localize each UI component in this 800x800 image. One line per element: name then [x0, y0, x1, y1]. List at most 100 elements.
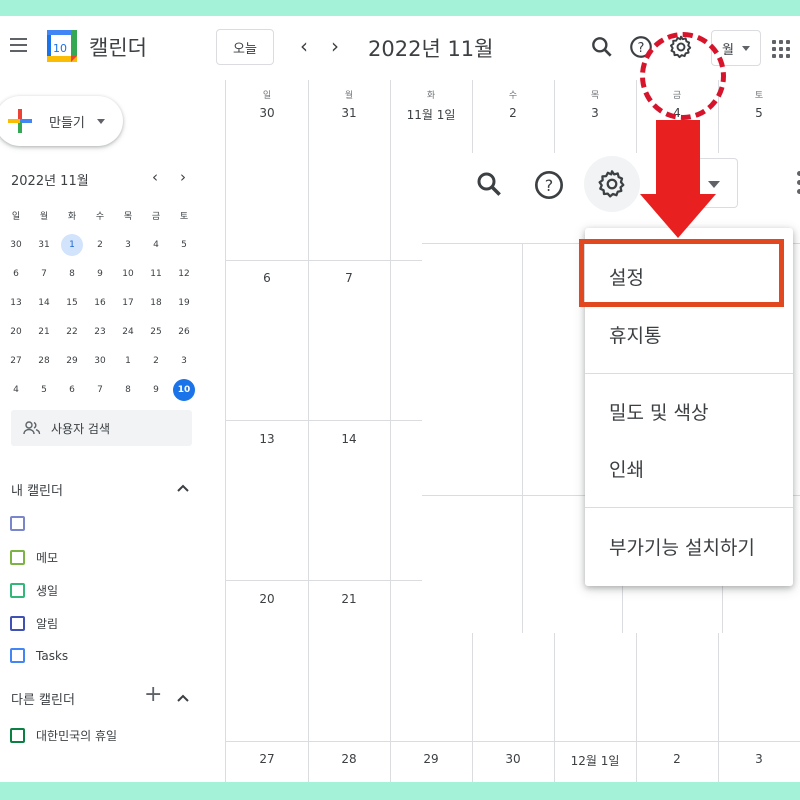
mini-day[interactable]: 25	[142, 327, 170, 337]
mini-day[interactable]: 3	[114, 240, 142, 250]
date-number[interactable]: 14	[308, 432, 390, 446]
mini-day[interactable]: 1	[114, 356, 142, 366]
date-number[interactable]: 2	[472, 106, 554, 120]
mini-day[interactable]: 27	[2, 356, 30, 366]
mini-day[interactable]: 28	[30, 356, 58, 366]
date-number[interactable]: 11월 1일	[390, 106, 472, 123]
calendar-checkbox[interactable]	[10, 648, 25, 663]
menu-item-density-color[interactable]: 밀도 및 색상	[609, 398, 708, 425]
mini-day[interactable]: 30	[2, 240, 30, 250]
mini-calendar-title: 2022년 11월	[11, 174, 89, 189]
mini-day[interactable]: 4	[142, 240, 170, 250]
calendar-item-memo[interactable]: 메모	[10, 549, 58, 566]
next-month-button[interactable]: ›	[331, 34, 339, 58]
mini-day[interactable]: 22	[58, 327, 86, 337]
chevron-up-icon[interactable]	[176, 693, 190, 703]
mini-day[interactable]: 3	[170, 356, 198, 366]
date-number[interactable]: 27	[226, 752, 308, 766]
google-apps-icon[interactable]	[772, 40, 790, 58]
date-number[interactable]: 3	[554, 106, 636, 120]
mini-day[interactable]: 13	[2, 298, 30, 308]
menu-item-print[interactable]: 인쇄	[609, 455, 644, 482]
date-number[interactable]: 31	[308, 106, 390, 120]
mini-day[interactable]: 9	[86, 269, 114, 279]
date-number[interactable]: 5	[718, 106, 800, 120]
mini-day[interactable]: 24	[114, 327, 142, 337]
calendar-app-window: 10 캘린더 오늘 ‹ › 2022년 11월 ? 월 만들기 2022년 11…	[0, 16, 800, 782]
people-search-input[interactable]: 사용자 검색	[11, 410, 192, 446]
mini-day[interactable]: 7	[86, 385, 114, 395]
mini-day[interactable]: 11	[142, 269, 170, 279]
date-number[interactable]: 6	[226, 271, 308, 285]
date-number[interactable]: 2	[636, 752, 718, 766]
calendar-checkbox[interactable]	[10, 583, 25, 598]
add-other-calendar-button[interactable]: +	[144, 682, 162, 707]
mini-day[interactable]: 5	[30, 385, 58, 395]
mini-weekday: 화	[67, 212, 77, 222]
mini-day[interactable]: 18	[142, 298, 170, 308]
calendar-checkbox[interactable]	[10, 728, 25, 743]
date-number[interactable]: 28	[308, 752, 390, 766]
mini-day[interactable]: 5	[170, 240, 198, 250]
mini-day[interactable]: 31	[30, 240, 58, 250]
date-number[interactable]: 29	[390, 752, 472, 766]
mini-day-today[interactable]: 10	[170, 378, 198, 401]
date-number[interactable]: 12월 1일	[554, 752, 636, 769]
date-number[interactable]: 20	[226, 592, 308, 606]
today-button[interactable]: 오늘	[216, 29, 274, 65]
date-number[interactable]: 7	[308, 271, 390, 285]
calendar-checkbox[interactable]	[10, 550, 25, 565]
mini-day[interactable]: 21	[30, 327, 58, 337]
mini-day[interactable]: 8	[114, 385, 142, 395]
date-number[interactable]: 21	[308, 592, 390, 606]
mini-day[interactable]: 12	[170, 269, 198, 279]
mini-day[interactable]: 14	[30, 298, 58, 308]
mini-day-selected[interactable]: 1	[58, 233, 86, 256]
mini-day[interactable]: 19	[170, 298, 198, 308]
mini-prev-month-button[interactable]: ‹	[152, 168, 158, 186]
mini-day[interactable]: 16	[86, 298, 114, 308]
calendar-item[interactable]	[10, 516, 36, 531]
mini-day[interactable]: 17	[114, 298, 142, 308]
mini-day[interactable]: 4	[2, 385, 30, 395]
menu-item-trash[interactable]: 휴지통	[609, 321, 661, 348]
mini-day[interactable]: 9	[142, 385, 170, 395]
date-number[interactable]: 30	[472, 752, 554, 766]
mini-day[interactable]: 2	[142, 356, 170, 366]
mini-day[interactable]: 20	[2, 327, 30, 337]
help-icon[interactable]: ?	[533, 169, 565, 201]
create-button[interactable]: 만들기	[0, 96, 123, 146]
mini-day[interactable]: 8	[58, 269, 86, 279]
calendar-item-reminders[interactable]: 알림	[10, 615, 58, 632]
mini-day[interactable]: 7	[30, 269, 58, 279]
mini-week-row: 27 28 29 30 1 2 3	[2, 346, 198, 375]
date-number[interactable]: 13	[226, 432, 308, 446]
other-calendars-title[interactable]: 다른 캘린더	[11, 689, 75, 708]
main-menu-icon[interactable]	[10, 38, 27, 52]
search-icon[interactable]	[474, 169, 504, 199]
mini-day[interactable]: 26	[170, 327, 198, 337]
mini-day[interactable]: 23	[86, 327, 114, 337]
chevron-up-icon[interactable]	[176, 483, 190, 493]
mini-next-month-button[interactable]: ›	[180, 168, 186, 186]
prev-month-button[interactable]: ‹	[300, 34, 308, 58]
mini-day[interactable]: 2	[86, 240, 114, 250]
mini-day[interactable]: 29	[58, 356, 86, 366]
mini-day[interactable]: 6	[2, 269, 30, 279]
search-icon[interactable]	[589, 34, 615, 60]
mini-day[interactable]: 30	[86, 356, 114, 366]
calendar-checkbox[interactable]	[10, 516, 25, 531]
mini-day[interactable]: 6	[58, 385, 86, 395]
calendar-checkbox[interactable]	[10, 616, 25, 631]
menu-item-addons[interactable]: 부가기능 설치하기	[609, 533, 755, 560]
view-selector-label: 월	[722, 42, 734, 58]
calendar-item-birthday[interactable]: 생일	[10, 582, 58, 599]
date-number[interactable]: 30	[226, 106, 308, 120]
settings-gear-icon[interactable]	[596, 168, 628, 200]
date-number[interactable]: 3	[718, 752, 800, 766]
mini-day[interactable]: 10	[114, 269, 142, 279]
my-calendars-title[interactable]: 내 캘린더	[11, 480, 63, 499]
calendar-item-tasks[interactable]: Tasks	[10, 648, 68, 663]
mini-day[interactable]: 15	[58, 298, 86, 308]
calendar-item-korea-holidays[interactable]: 대한민국의 휴일	[10, 727, 117, 744]
